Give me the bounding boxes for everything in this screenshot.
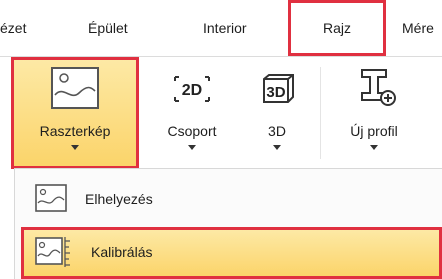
svg-text:3D: 3D <box>266 84 285 101</box>
menu-item-place[interactable]: Elhelyezés <box>15 174 442 224</box>
group-button[interactable]: 2D Csoport <box>150 57 234 169</box>
place-image-icon <box>35 184 67 212</box>
tab-interior[interactable]: Interior <box>203 0 247 56</box>
raster-image-label: Raszterkép <box>39 123 111 139</box>
new-profile-icon <box>361 69 396 106</box>
3d-icon: 3D <box>263 74 294 103</box>
raster-image-button[interactable]: Raszterkép <box>11 57 139 169</box>
chevron-down-icon <box>273 145 281 150</box>
raster-image-dropdown: Elhelyezés Kalibrálás <box>14 168 442 279</box>
chevron-down-icon <box>188 145 196 150</box>
menu-item-calibrate[interactable]: Kalibrálás <box>21 227 442 279</box>
new-profile-button[interactable]: Új profil <box>326 57 422 169</box>
svg-text:2D: 2D <box>182 82 202 99</box>
menu-item-calibrate-label: Kalibrálás <box>91 244 153 260</box>
ribbon-panel: Raszterkép 2D Csoport 3D 3D Új profil <box>0 56 442 169</box>
3d-button[interactable]: 3D 3D <box>242 57 312 169</box>
tab-epulet[interactable]: Épület <box>88 0 128 56</box>
group-2d-icon: 2D <box>174 76 210 102</box>
tab-meretezes[interactable]: Mére <box>402 0 434 56</box>
ribbon-tab-bar: ézet Épület Interior Rajz Mére <box>0 0 442 56</box>
tab-nezet[interactable]: ézet <box>0 0 26 56</box>
chevron-down-icon <box>370 145 378 150</box>
tab-rajz[interactable]: Rajz <box>288 0 386 56</box>
calibrate-image-icon <box>35 237 70 267</box>
group-label: Csoport <box>167 123 217 139</box>
ribbon-separator <box>320 67 321 159</box>
chevron-down-icon <box>71 145 79 150</box>
3d-label: 3D <box>268 123 286 139</box>
raster-image-icon <box>51 67 99 109</box>
menu-item-place-label: Elhelyezés <box>85 191 153 207</box>
new-profile-label: Új profil <box>350 123 398 139</box>
